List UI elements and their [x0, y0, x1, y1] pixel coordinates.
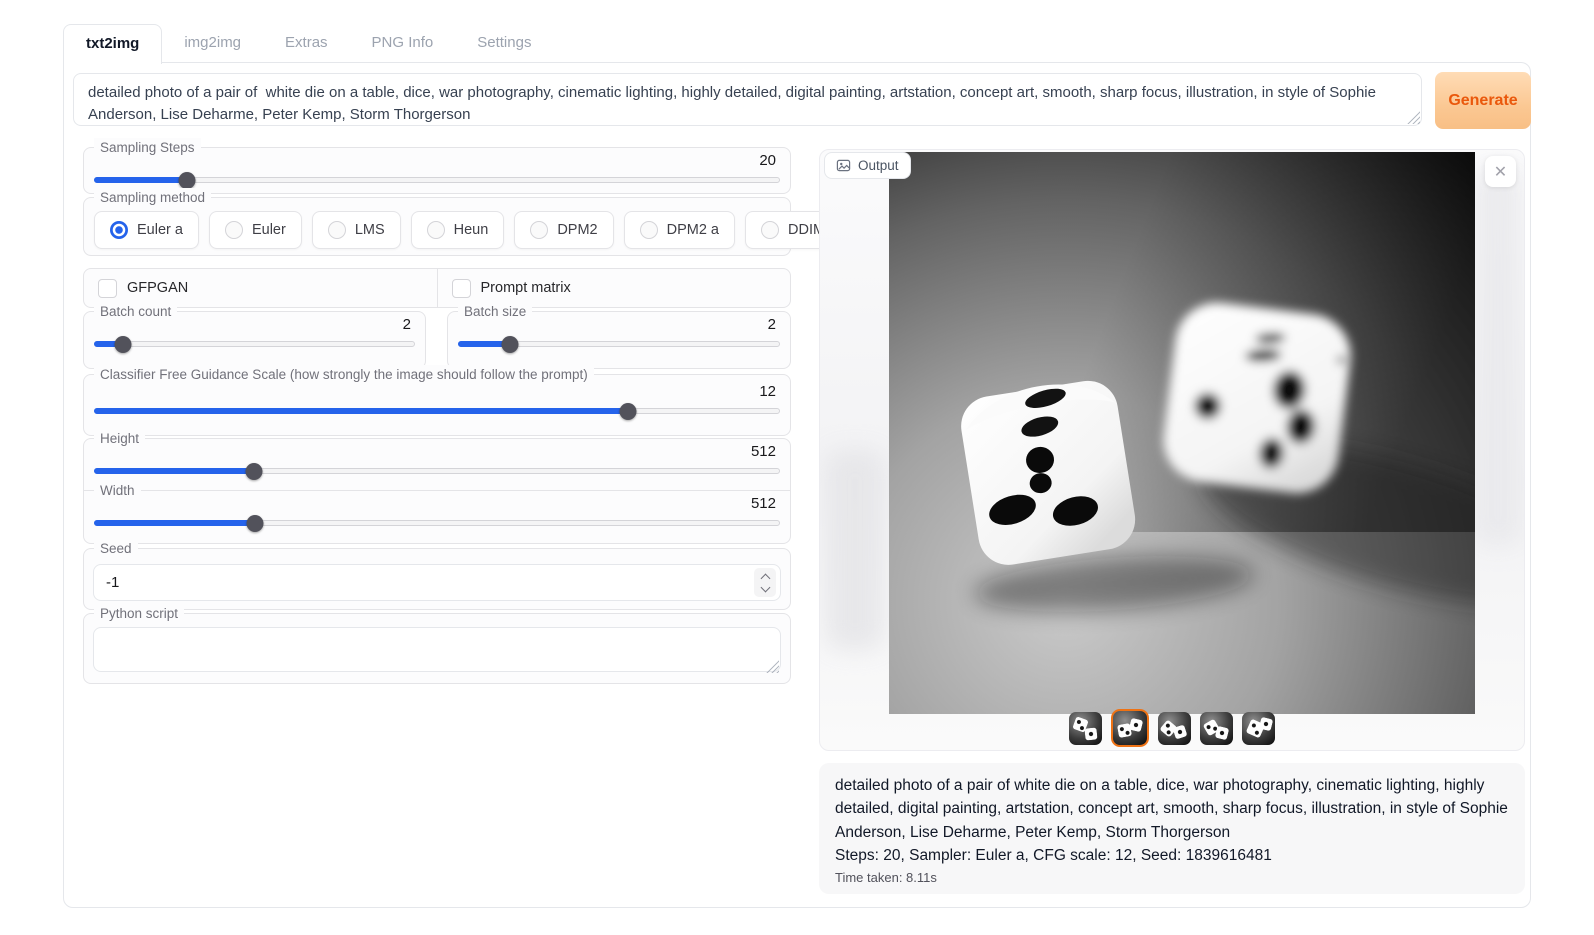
slider-thumb[interactable]	[502, 336, 519, 353]
height-group: Height 512	[83, 438, 791, 491]
radio-icon	[640, 221, 658, 239]
tab-txt2img[interactable]: txt2img	[63, 24, 162, 64]
gfpgan-label: GFPGAN	[127, 280, 188, 296]
output-panel: Output ✕ detailed photo of a pair of whi…	[819, 149, 1525, 894]
slider-fill	[94, 468, 253, 474]
sampling-method-label: Sampling method	[94, 188, 211, 207]
batch-count-slider[interactable]	[94, 335, 415, 353]
sampling-steps-label: Sampling Steps	[94, 138, 201, 157]
batch-count-label: Batch count	[94, 302, 177, 321]
gallery-thumbnail-1[interactable]	[1069, 712, 1102, 745]
tab-settings[interactable]: Settings	[455, 24, 553, 62]
slider-fill	[94, 520, 255, 526]
width-label: Width	[94, 481, 141, 500]
generation-info: detailed photo of a pair of white die on…	[819, 763, 1525, 894]
seed-input-wrap	[93, 564, 781, 601]
width-group: Width 512	[83, 490, 791, 544]
seed-group: Seed	[83, 548, 791, 610]
die-graphic	[1172, 724, 1187, 739]
radio-icon	[761, 221, 779, 239]
radio-lms[interactable]: LMS	[312, 211, 401, 249]
generated-image[interactable]	[889, 152, 1475, 714]
height-slider[interactable]	[94, 462, 780, 480]
python-script-input[interactable]	[93, 627, 781, 672]
cfg-scale-group: Classifier Free Guidance Scale (how stro…	[83, 374, 791, 436]
prompt-matrix-checkbox[interactable]	[452, 279, 471, 298]
gallery-thumbnail-3[interactable]	[1158, 712, 1191, 745]
height-value: 512	[84, 439, 790, 461]
radio-label: Euler a	[137, 222, 183, 238]
height-label: Height	[94, 429, 145, 448]
cfg-scale-label: Classifier Free Guidance Scale (how stro…	[94, 365, 594, 384]
radio-euler-a[interactable]: Euler a	[94, 211, 199, 249]
close-icon: ✕	[1494, 162, 1507, 182]
chevron-down-icon[interactable]	[760, 582, 770, 592]
tab-extras[interactable]: Extras	[263, 24, 350, 62]
width-slider[interactable]	[94, 514, 780, 532]
slider-thumb[interactable]	[179, 172, 196, 189]
radio-label: Heun	[454, 222, 489, 238]
radio-icon	[427, 221, 445, 239]
gallery-edge-blur	[826, 450, 884, 650]
tab-bar: txt2img img2img Extras PNG Info Settings	[63, 24, 553, 62]
slider-thumb[interactable]	[247, 515, 264, 532]
radio-icon	[225, 221, 243, 239]
gallery-edge-blur	[1474, 166, 1522, 546]
sampling-steps-slider[interactable]	[94, 171, 780, 189]
slider-thumb[interactable]	[115, 336, 132, 353]
radio-label: DPM2	[557, 222, 597, 238]
radio-heun[interactable]: Heun	[411, 211, 505, 249]
die-graphic	[1215, 725, 1230, 740]
close-button[interactable]: ✕	[1485, 156, 1516, 187]
python-script-group: Python script	[83, 613, 791, 684]
die-graphic	[1259, 716, 1274, 731]
tab-png-info[interactable]: PNG Info	[350, 24, 456, 62]
caption-parameters: Steps: 20, Sampler: Euler a, CFG scale: …	[835, 844, 1509, 867]
sampling-method-group: Sampling method Euler a Euler LMS Heun D…	[83, 197, 791, 256]
slider-thumb[interactable]	[245, 463, 262, 480]
radio-label: DPM2 a	[667, 222, 719, 238]
output-label: Output	[858, 158, 899, 173]
die-graphic	[1084, 727, 1097, 740]
gallery-thumbnails	[820, 708, 1524, 748]
gallery-thumbnail-2-selected[interactable]	[1111, 709, 1149, 747]
number-stepper[interactable]	[754, 568, 776, 597]
prompt-input[interactable]: detailed photo of a pair of white die on…	[73, 73, 1422, 126]
cfg-scale-slider[interactable]	[94, 402, 780, 420]
gfpgan-checkbox[interactable]	[98, 279, 117, 298]
batch-count-group: Batch count 2	[83, 311, 426, 369]
tab-img2img[interactable]: img2img	[162, 24, 263, 62]
radio-label: LMS	[355, 222, 385, 238]
prompt-matrix-label: Prompt matrix	[481, 280, 571, 296]
gallery-thumbnail-5[interactable]	[1242, 712, 1275, 745]
sampling-steps-group: Sampling Steps 20	[83, 147, 791, 194]
txt2img-panel: detailed photo of a pair of white die on…	[63, 62, 1531, 908]
slider-fill	[94, 177, 187, 183]
batch-size-label: Batch size	[458, 302, 532, 321]
die-graphic	[1129, 718, 1144, 733]
radio-icon	[328, 221, 346, 239]
radio-dpm2[interactable]: DPM2	[514, 211, 613, 249]
caption-time-taken: Time taken: 8.11s	[835, 870, 1509, 885]
radio-icon	[530, 221, 548, 239]
python-script-label: Python script	[94, 604, 184, 623]
slider-thumb[interactable]	[620, 403, 637, 420]
checkbox-group: GFPGAN Prompt matrix	[83, 268, 791, 308]
radio-dpm2-a[interactable]: DPM2 a	[624, 211, 735, 249]
radio-label: Euler	[252, 222, 286, 238]
output-label-chip: Output	[824, 152, 911, 179]
radio-selected-icon	[110, 221, 128, 239]
seed-label: Seed	[94, 539, 138, 558]
generate-button[interactable]: Generate	[1435, 72, 1531, 129]
radio-euler[interactable]: Euler	[209, 211, 302, 249]
batch-size-group: Batch size 2	[447, 311, 791, 369]
image-icon	[836, 158, 851, 173]
gallery-thumbnail-4[interactable]	[1200, 712, 1233, 745]
seed-input[interactable]	[94, 574, 754, 591]
output-gallery: Output ✕	[819, 149, 1525, 751]
width-value: 512	[84, 491, 790, 513]
slider-fill	[94, 408, 627, 414]
caption-prompt: detailed photo of a pair of white die on…	[835, 774, 1509, 844]
batch-size-slider[interactable]	[458, 335, 780, 353]
